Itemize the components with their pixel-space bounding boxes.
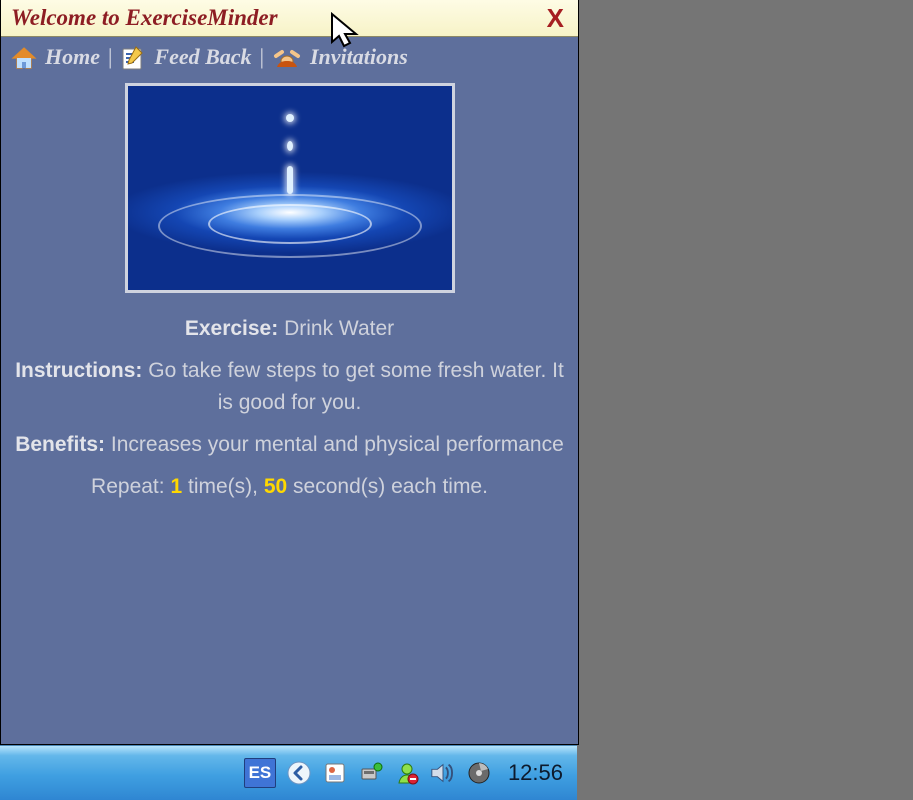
nav-bar: Home | Feed Back | Invitations (1, 37, 578, 75)
tray-media-icon[interactable] (466, 760, 492, 786)
exercise-line: Exercise: Drink Water (15, 313, 564, 345)
tray-messenger-icon[interactable] (394, 760, 420, 786)
tray-safely-remove-icon[interactable] (358, 760, 384, 786)
close-button[interactable]: X (543, 3, 568, 34)
nav-invitations[interactable]: Invitations (310, 44, 408, 70)
repeat-seconds: 50 (264, 475, 287, 498)
instructions-label: Instructions (15, 359, 135, 382)
benefits-label: Benefits (15, 433, 98, 456)
nav-home[interactable]: Home (45, 44, 100, 70)
repeat-seconds-unit: second(s) each time. (293, 475, 488, 498)
repeat-times: 1 (170, 475, 182, 498)
instructions-line: Instructions: Go take few steps to get s… (15, 355, 564, 419)
repeat-prefix: Repeat: (91, 475, 165, 498)
tray-expand-icon[interactable] (286, 760, 312, 786)
tray-volume-icon[interactable] (430, 760, 456, 786)
feedback-icon (120, 43, 146, 71)
taskbar-clock[interactable]: 12:56 (502, 760, 563, 786)
nav-feedback[interactable]: Feed Back (154, 44, 251, 70)
nav-separator: | (260, 44, 264, 70)
exercise-details: Exercise: Drink Water Instructions: Go t… (1, 293, 578, 503)
system-tray: ES (244, 758, 577, 788)
repeat-line: Repeat: 1 time(s), 50 second(s) each tim… (15, 471, 564, 503)
language-indicator[interactable]: ES (244, 758, 276, 788)
exercise-image-wrap (1, 83, 578, 293)
benefits-text: Increases your mental and physical perfo… (111, 433, 564, 456)
exercise-image (125, 83, 455, 293)
exercise-name: Drink Water (284, 317, 394, 340)
home-icon (11, 44, 37, 71)
repeat-times-unit: time(s), (188, 475, 258, 498)
tray-app-icon[interactable] (322, 760, 348, 786)
title-bar: Welcome to ExerciseMinder X (1, 0, 578, 37)
taskbar: ES (0, 745, 577, 800)
exerciseminder-window: Welcome to ExerciseMinder X Home | Feed … (0, 0, 579, 745)
invitations-icon (272, 44, 302, 71)
window-title: Welcome to ExerciseMinder (11, 5, 543, 31)
nav-separator: | (108, 44, 112, 70)
instructions-text: Go take few steps to get some fresh wate… (148, 359, 564, 414)
benefits-line: Benefits: Increases your mental and phys… (15, 429, 564, 461)
exercise-label: Exercise (185, 317, 271, 340)
